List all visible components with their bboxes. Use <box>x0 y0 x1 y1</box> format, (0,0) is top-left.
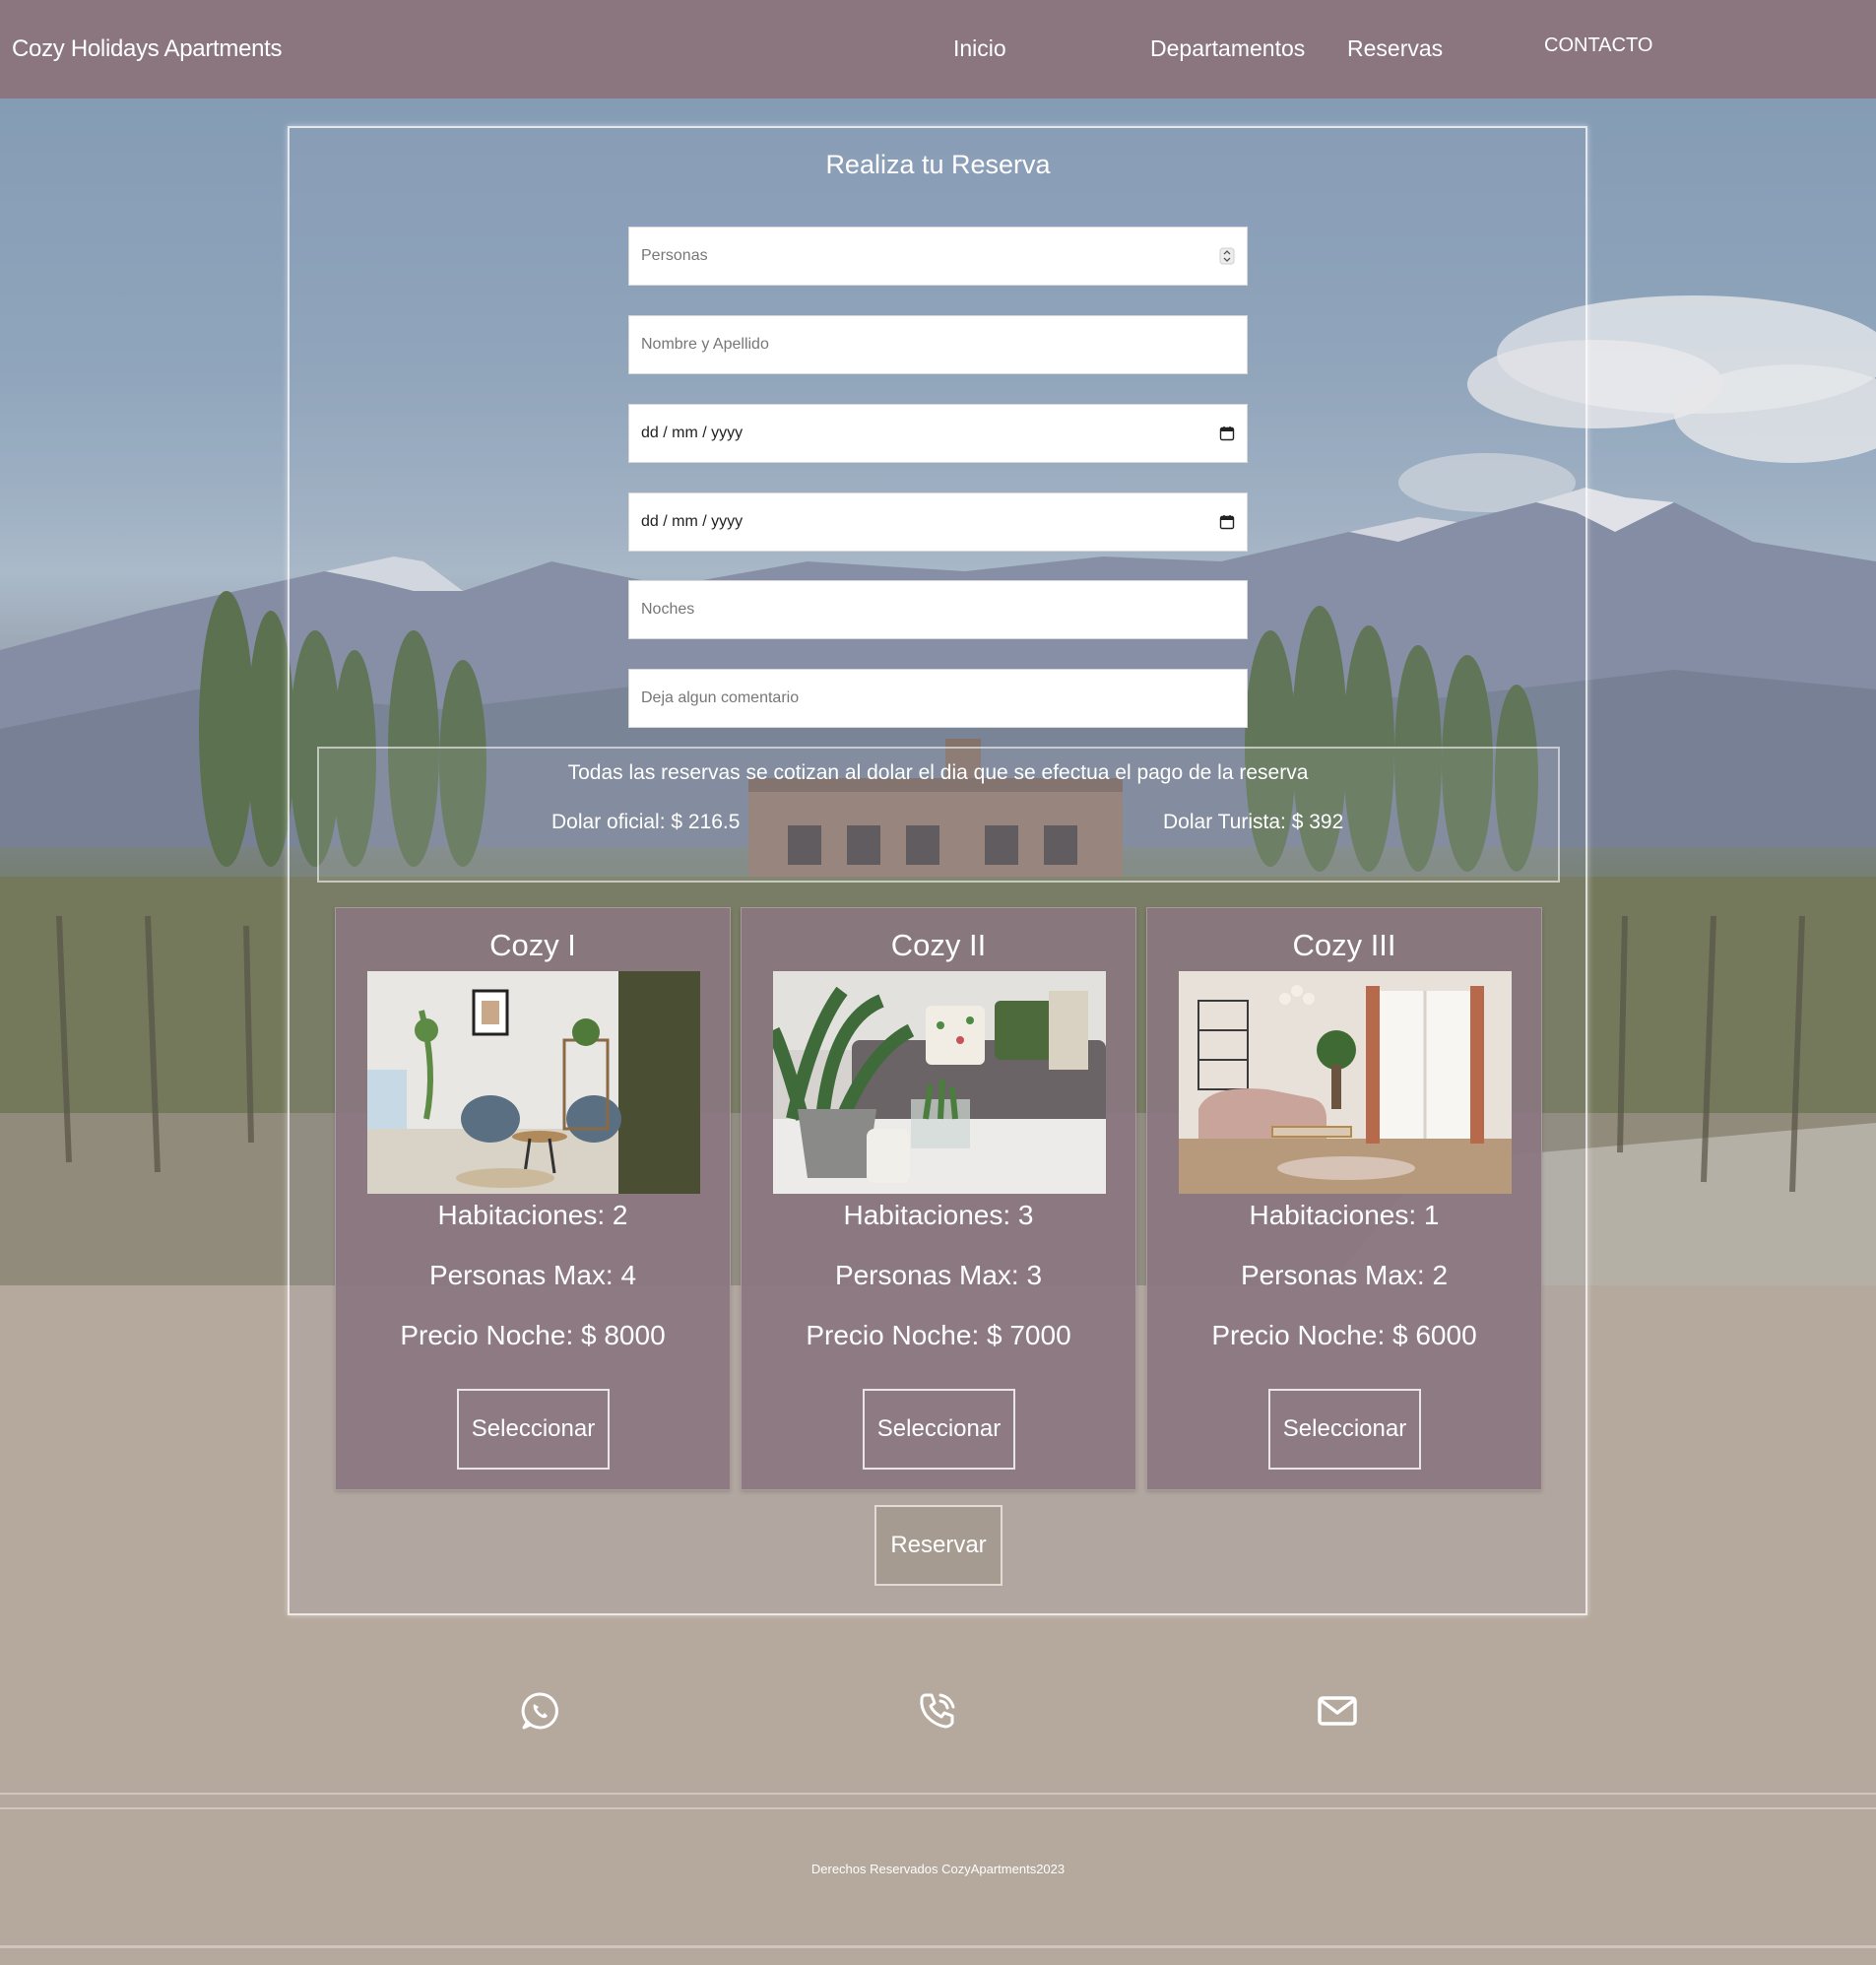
nav-link-departamentos[interactable]: Departamentos <box>1150 35 1305 62</box>
nombre-apellido-input[interactable] <box>628 315 1248 374</box>
form-title: Realiza tu Reserva <box>825 150 1051 179</box>
apartment-personas-max: Personas Max: 2 <box>1240 1260 1449 1290</box>
apartment-photo-cozy-ii <box>773 971 1106 1194</box>
seleccionar-button-cozy-iii[interactable]: Seleccionar <box>1268 1389 1421 1470</box>
top-navbar: Cozy Holidays Apartments Inicio Departam… <box>0 0 1876 98</box>
whatsapp-icon[interactable] <box>518 1689 561 1733</box>
apartment-photo-cozy-i <box>367 971 700 1194</box>
calendar-icon[interactable] <box>1219 514 1235 530</box>
noches-input[interactable] <box>628 580 1248 639</box>
apartment-personas-max: Personas Max: 4 <box>428 1260 637 1290</box>
apartment-habitaciones: Habitaciones: 2 <box>437 1200 628 1230</box>
nav-link-reservas[interactable]: Reservas <box>1347 35 1443 62</box>
fecha-salida-date-input[interactable]: dd / mm / yyyy <box>628 492 1248 552</box>
personas-number-input[interactable]: Personas <box>628 227 1248 286</box>
reservar-button[interactable]: Reservar <box>874 1505 1003 1586</box>
nav-link-inicio[interactable]: Inicio <box>953 35 1006 62</box>
mail-icon[interactable] <box>1316 1689 1359 1733</box>
personas-placeholder: Personas <box>641 247 708 264</box>
calendar-icon[interactable] <box>1219 426 1235 441</box>
seleccionar-button-cozy-ii[interactable]: Seleccionar <box>863 1389 1015 1470</box>
apartment-photo-cozy-iii <box>1179 971 1512 1194</box>
apartment-precio-noche: Precio Noche: $ 7000 <box>806 1320 1071 1350</box>
brand-logo-text[interactable]: Cozy Holidays Apartments <box>12 35 283 63</box>
apartment-card-cozy-i: Cozy I Habitaciones: 2 Personas Max: 4 P… <box>335 907 731 1490</box>
fecha-entrada-date-input[interactable]: dd / mm / yyyy <box>628 404 1248 463</box>
apartment-card-cozy-iii: Cozy III Habitaciones: 1 Personas Max: 2… <box>1146 907 1542 1490</box>
footer-divider <box>0 1807 1876 1809</box>
footer-copyright: Derechos Reservados CozyApartments2023 <box>810 1862 1066 1876</box>
apartment-name: Cozy III <box>1292 928 1396 962</box>
exchange-rate-notice-text: Todas las reservas se cotizan al dolar e… <box>567 761 1309 784</box>
number-spinner-icon[interactable] <box>1219 247 1235 265</box>
apartment-name: Cozy I <box>489 928 576 962</box>
footer-divider-bottom <box>0 1945 1876 1948</box>
dolar-turista-rate: Dolar Turista: $ 392 <box>1163 811 1344 833</box>
apartment-habitaciones: Habitaciones: 1 <box>1249 1200 1440 1230</box>
apartment-personas-max: Personas Max: 3 <box>834 1260 1043 1290</box>
apartment-name: Cozy II <box>890 928 987 962</box>
dolar-oficial-rate: Dolar oficial: $ 216.5 <box>551 811 741 833</box>
apartment-precio-noche: Precio Noche: $ 8000 <box>400 1320 666 1350</box>
phone-icon[interactable] <box>916 1689 959 1733</box>
seleccionar-button-cozy-i[interactable]: Seleccionar <box>457 1389 610 1470</box>
apartment-habitaciones: Habitaciones: 3 <box>843 1200 1034 1230</box>
apartment-card-cozy-ii: Cozy II Habitaciones: 3 Personas Max: 3 … <box>741 907 1136 1490</box>
fecha-entrada-value: dd / mm / yyyy <box>641 425 744 441</box>
fecha-salida-value: dd / mm / yyyy <box>641 513 744 530</box>
footer-divider-top <box>0 1793 1876 1795</box>
nav-link-contacto[interactable]: CONTACTO <box>1544 34 1652 57</box>
comentario-input[interactable] <box>628 669 1248 728</box>
apartment-precio-noche: Precio Noche: $ 6000 <box>1211 1320 1477 1350</box>
